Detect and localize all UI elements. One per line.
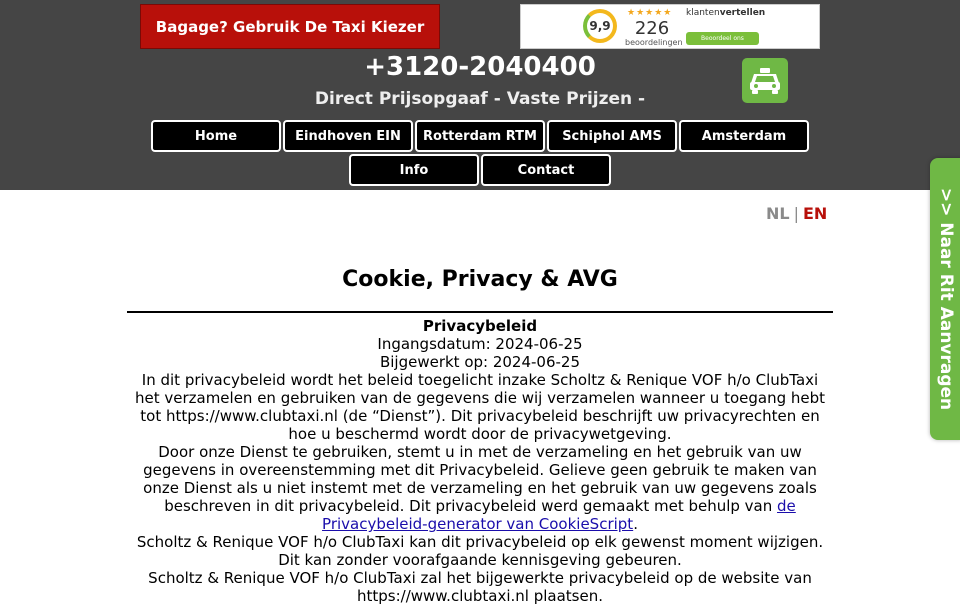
- taxi-car-icon: [750, 67, 780, 94]
- taxi-button[interactable]: [742, 58, 788, 103]
- nav-contact[interactable]: Contact: [481, 154, 611, 186]
- policy-paragraph: In dit privacybeleid wordt het beleid to…: [134, 371, 826, 443]
- nav-amsterdam[interactable]: Amsterdam: [679, 120, 809, 152]
- phone-number[interactable]: +3120-2040400: [300, 52, 660, 82]
- nav-home[interactable]: Home: [151, 120, 281, 152]
- nav-rotterdam[interactable]: Rotterdam RTM: [415, 120, 545, 152]
- nav-eindhoven[interactable]: Eindhoven EIN: [283, 120, 413, 152]
- nav-schiphol[interactable]: Schiphol AMS: [547, 120, 677, 152]
- page-title: Cookie, Privacy & AVG: [342, 267, 618, 292]
- effective-date: Ingangsdatum: 2024-06-25: [377, 335, 583, 353]
- privacy-policy-content: Privacybeleid Ingangsdatum: 2024-06-25 B…: [130, 317, 830, 605]
- klantenvertellen-logo: klantenvertellen: [686, 8, 766, 18]
- policy-paragraph: Scholtz & Renique VOF h/o ClubTaxi kan d…: [136, 533, 824, 569]
- lang-en-link[interactable]: EN: [803, 204, 827, 223]
- lang-nl-link[interactable]: NL: [766, 204, 790, 223]
- rating-stars-icon: ★★★★★: [627, 8, 673, 18]
- policy-paragraph: Door onze Dienst te gebruiken, stemt u i…: [143, 443, 817, 533]
- header-tagline: Direct Prijsopgaaf - Vaste Prijzen -: [314, 89, 646, 109]
- nav-info[interactable]: Info: [349, 154, 479, 186]
- policy-heading: Privacybeleid: [422, 317, 538, 335]
- rating-count: 226: [634, 18, 670, 39]
- rating-count-label: beoordelingen: [625, 38, 683, 47]
- klantenvertellen-rating-widget[interactable]: 9,9 ★★★★★ 226 beoordelingen klantenverte…: [520, 4, 820, 49]
- site-header: Bagage? Gebruik De Taxi Kiezer 9,9 ★★★★★…: [0, 0, 960, 190]
- request-ride-tab[interactable]: >> Naar Rit Aanvragen: [930, 158, 960, 440]
- review-us-button[interactable]: Beoordeel ons: [686, 32, 759, 45]
- rating-score-circle: 9,9: [583, 9, 617, 43]
- updated-date: Bijgewerkt op: 2024-06-25: [379, 353, 581, 371]
- lang-separator: |: [793, 204, 799, 223]
- language-switcher: NL | EN: [766, 204, 827, 223]
- request-ride-label: >> Naar Rit Aanvragen: [936, 187, 956, 411]
- title-divider: [127, 311, 833, 313]
- taxi-chooser-banner[interactable]: Bagage? Gebruik De Taxi Kiezer: [140, 4, 440, 49]
